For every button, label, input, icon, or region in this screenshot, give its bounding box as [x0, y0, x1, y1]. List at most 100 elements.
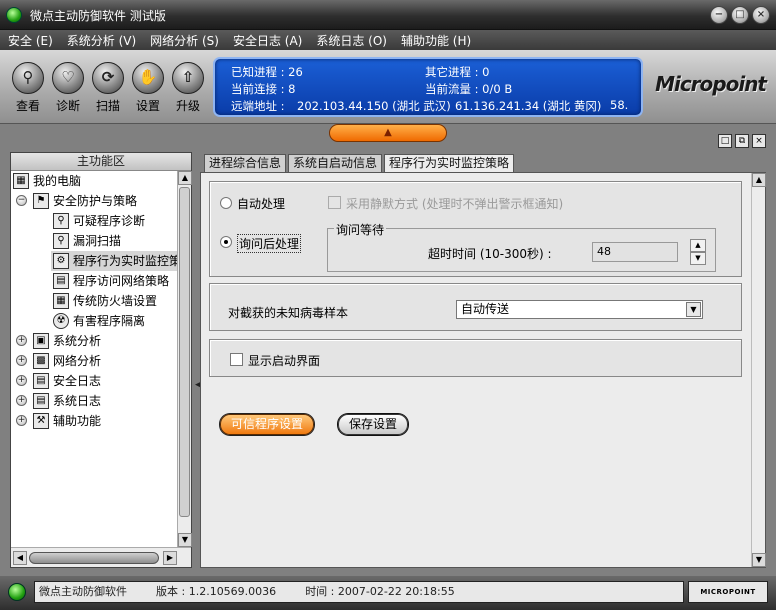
stepper-down-icon[interactable]: ▼ — [690, 252, 706, 265]
scroll-left-icon[interactable]: ◀ — [13, 551, 27, 565]
menu-system-analysis[interactable]: 系统分析 (V) — [67, 32, 136, 49]
system-analysis-icon: ▣ — [33, 333, 49, 349]
heart-icon: ♡ — [52, 62, 84, 94]
timeout-input[interactable]: 48 — [592, 242, 678, 262]
tab-process-info[interactable]: 进程综合信息 — [204, 154, 287, 172]
tab-behavior-monitor-policy[interactable]: 程序行为实时监控策略 — [384, 154, 515, 173]
ask-handle-radio[interactable] — [220, 236, 232, 248]
tree-item-label: 安全防护与策略 — [53, 194, 138, 208]
firewall-icon: ▦ — [53, 293, 69, 309]
micropoint-logo: Micropoint — [655, 72, 767, 96]
panel-close-icon[interactable]: × — [752, 134, 766, 148]
security-log-icon: ▤ — [33, 373, 49, 389]
other-processes: 其它进程 : 0 — [425, 65, 490, 79]
collapse-toolbar-handle[interactable]: ▲ — [329, 124, 447, 142]
flag-icon: ⚑ — [33, 193, 49, 209]
tree-item-tools[interactable]: + ⚒ 辅助功能 — [11, 411, 177, 431]
menu-security-log[interactable]: 安全日志 (A) — [233, 32, 302, 49]
ask-handle-label: 询问后处理 — [237, 234, 302, 253]
tab-bar: 进程综合信息 系统自启动信息 程序行为实时监控策略 — [204, 154, 516, 173]
panel-controls: □ ⧉ × — [718, 134, 766, 148]
tree-item-label: 有害程序隔离 — [73, 314, 146, 328]
stepper-up-icon[interactable]: ▲ — [690, 239, 706, 252]
tree-item-behavior-monitor[interactable]: ⚙ 程序行为实时监控策 — [51, 251, 177, 271]
auto-handle-radio[interactable] — [220, 197, 232, 209]
silent-mode-checkbox[interactable] — [328, 196, 341, 209]
scroll-up-icon[interactable]: ▲ — [752, 173, 766, 187]
tree-item-suspicious-diagnosis[interactable]: ⚲ 可疑程序诊断 — [11, 211, 177, 231]
tree-item-label: 系统分析 — [53, 334, 102, 348]
menu-tools[interactable]: 辅助功能 (H) — [401, 32, 471, 49]
show-startup-label: 显示启动界面 — [248, 354, 321, 368]
startup-screen-group: 显示启动界面 — [209, 339, 742, 377]
tools-icon: ⚒ — [33, 413, 49, 429]
chevron-down-icon[interactable]: ▼ — [686, 302, 701, 317]
collapse-icon[interactable]: − — [16, 195, 27, 206]
save-settings-button[interactable]: 保存设置 — [338, 414, 408, 435]
menu-security[interactable]: 安全 (E) — [8, 32, 53, 49]
known-processes: 已知进程 : 26 — [231, 65, 303, 79]
menu-system-log[interactable]: 系统日志 (O) — [316, 32, 387, 49]
expand-icon[interactable]: + — [16, 395, 27, 406]
tree-item-security-log[interactable]: + ▤ 安全日志 — [11, 371, 177, 391]
magnifier-icon: ⚲ — [53, 233, 69, 249]
tree-item-label: 漏洞扫描 — [73, 234, 122, 248]
tree-item-label: 安全日志 — [53, 374, 102, 388]
scroll-down-icon[interactable]: ▼ — [752, 553, 766, 567]
scan-button[interactable]: ⟳ 扫描 — [88, 62, 128, 114]
maximize-button[interactable]: □ — [731, 6, 749, 24]
tree-item-label: 程序行为实时监控策 — [73, 254, 177, 268]
unknown-sample-select[interactable]: 自动传送 ▼ — [456, 300, 703, 319]
menu-network-analysis[interactable]: 网络分析 (S) — [150, 32, 219, 49]
scroll-down-icon[interactable]: ▼ — [178, 533, 192, 547]
horizontal-scroll-thumb[interactable] — [29, 552, 159, 564]
tree-item-security-policy[interactable]: − ⚑ 安全防护与策略 — [11, 191, 177, 211]
tree-item-vulnerability-scan[interactable]: ⚲ 漏洞扫描 — [11, 231, 177, 251]
menu-bar: 安全 (E) 系统分析 (V) 网络分析 (S) 安全日志 (A) 系统日志 (… — [0, 30, 776, 50]
tree-item-label: 辅助功能 — [53, 414, 102, 428]
tree-item-network-access-policy[interactable]: ▤ 程序访问网络策略 — [11, 271, 177, 291]
diagnose-button[interactable]: ♡ 诊断 — [48, 62, 88, 114]
minimize-button[interactable]: − — [710, 6, 728, 24]
panel-restore-icon[interactable]: ⧉ — [735, 134, 749, 148]
scan-label: 扫描 — [95, 99, 120, 113]
update-button[interactable]: ⇧ 升级 — [168, 62, 208, 114]
view-button[interactable]: ⚲ 查看 — [8, 62, 48, 114]
function-tree: ▦ 我的电脑 − ⚑ 安全防护与策略 ⚲ 可疑程序诊断 ⚲ 漏洞扫描 ⚙ 程序行… — [11, 171, 177, 547]
scroll-thumb[interactable] — [179, 187, 190, 517]
tree-item-label: 我的电脑 — [33, 174, 82, 188]
tree-item-system-log[interactable]: + ▤ 系统日志 — [11, 391, 177, 411]
status-version: 版本 : 1.2.10569.0036 — [156, 585, 277, 598]
tree-item-firewall[interactable]: ▦ 传统防火墙设置 — [11, 291, 177, 311]
status-app-name: 微点主动防御软件 — [39, 585, 127, 598]
expand-icon[interactable]: + — [16, 415, 27, 426]
panel-minimize-icon[interactable]: □ — [718, 134, 732, 148]
content-vertical-scrollbar[interactable]: ▲ ▼ — [751, 173, 766, 567]
expand-icon[interactable]: + — [16, 355, 27, 366]
close-button[interactable]: × — [752, 6, 770, 24]
timeout-stepper[interactable]: ▲ ▼ — [690, 239, 706, 265]
tree-item-my-computer[interactable]: ▦ 我的电脑 — [11, 171, 177, 191]
tree-item-network-analysis[interactable]: + ▩ 网络分析 — [11, 351, 177, 371]
hand-icon: ✋ — [132, 62, 164, 94]
settings-button[interactable]: ✋ 设置 — [128, 62, 168, 114]
tree-item-label: 可疑程序诊断 — [73, 214, 146, 228]
scan-icon: ⟳ — [92, 62, 124, 94]
tree-item-system-analysis[interactable]: + ▣ 系统分析 — [11, 331, 177, 351]
tree-vertical-scrollbar[interactable]: ▲ ▼ — [177, 171, 192, 547]
status-info: 微点主动防御软件 版本 : 1.2.10569.0036 时间 : 2007-0… — [34, 581, 684, 603]
tab-startup-info[interactable]: 系统自启动信息 — [288, 154, 383, 172]
current-connections: 当前连接 : 8 — [231, 82, 296, 96]
timeout-label: 超时时间 (10-300秒) : — [428, 247, 552, 261]
tree-horizontal-scrollbar[interactable]: ◀ ▶ — [11, 547, 191, 567]
expand-icon[interactable]: + — [16, 335, 27, 346]
system-log-icon: ▤ — [33, 393, 49, 409]
window-title: 微点主动防御软件 测试版 — [30, 9, 166, 23]
show-startup-checkbox[interactable] — [230, 353, 243, 366]
trusted-programs-button[interactable]: 可信程序设置 — [220, 414, 314, 435]
up-triangle-icon: ▲ — [384, 127, 392, 138]
scroll-right-icon[interactable]: ▶ — [163, 551, 177, 565]
scroll-up-icon[interactable]: ▲ — [178, 171, 192, 185]
expand-icon[interactable]: + — [16, 375, 27, 386]
tree-item-quarantine[interactable]: ☢ 有害程序隔离 — [11, 311, 177, 331]
